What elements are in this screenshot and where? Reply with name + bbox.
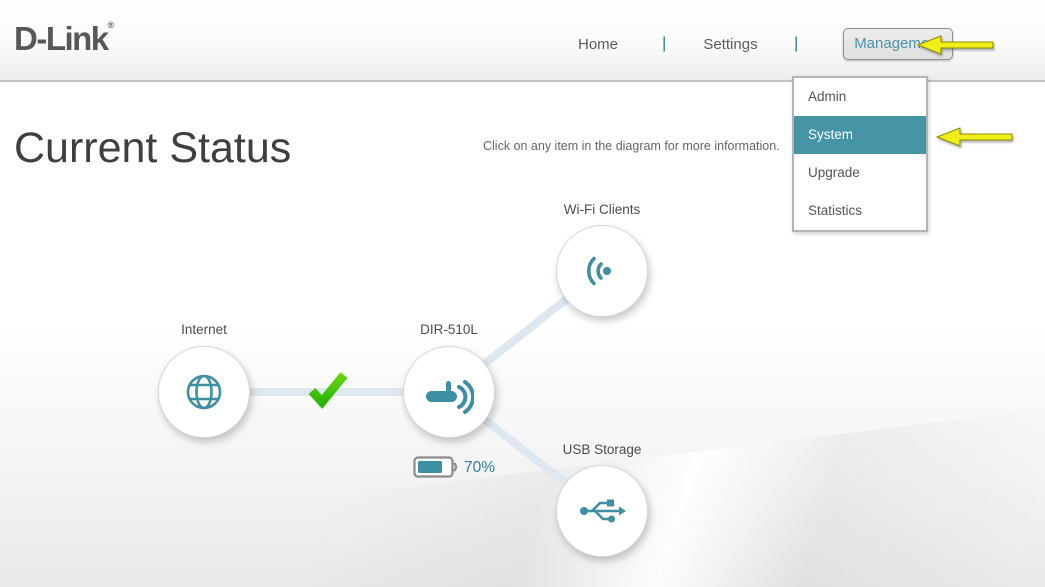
pointer-arrow-management-icon bbox=[917, 34, 995, 61]
page: D-Link® Home | Settings | Management Adm… bbox=[0, 0, 1045, 587]
menu-item-statistics[interactable]: Statistics bbox=[794, 192, 926, 230]
pointer-arrow-system-icon bbox=[936, 126, 1014, 153]
wireless-router-icon bbox=[424, 368, 474, 416]
registered-mark: ® bbox=[108, 20, 115, 30]
usb-storage-label: USB Storage bbox=[522, 442, 682, 457]
page-title: Current Status bbox=[14, 124, 291, 173]
globe-icon bbox=[182, 370, 226, 414]
internet-node[interactable] bbox=[158, 346, 250, 438]
menu-item-admin[interactable]: Admin bbox=[794, 78, 926, 116]
usb-storage-node[interactable] bbox=[556, 465, 648, 557]
wifi-signal-icon bbox=[580, 249, 624, 293]
management-dropdown-menu: Admin System Upgrade Statistics bbox=[792, 76, 928, 232]
router-node[interactable] bbox=[403, 346, 495, 438]
wifi-clients-label: Wi-Fi Clients bbox=[522, 202, 682, 217]
nav-separator: | bbox=[795, 35, 798, 53]
router-label: DIR-510L bbox=[369, 322, 529, 337]
usb-icon bbox=[578, 489, 626, 533]
main-nav: Home | Settings | Management bbox=[562, 27, 953, 61]
battery-indicator bbox=[413, 456, 460, 478]
dlink-logo: D-Link® bbox=[14, 20, 114, 58]
menu-item-upgrade[interactable]: Upgrade bbox=[794, 154, 926, 192]
battery-icon bbox=[413, 456, 460, 478]
wifi-clients-node[interactable] bbox=[556, 225, 648, 317]
diagram-hint-text: Click on any item in the diagram for mor… bbox=[483, 139, 780, 153]
nav-separator: | bbox=[663, 35, 666, 53]
menu-item-system[interactable]: System bbox=[794, 116, 926, 154]
header: D-Link® Home | Settings | Management bbox=[0, 0, 1045, 82]
nav-item-home[interactable]: Home bbox=[562, 36, 634, 53]
battery-percentage: 70% bbox=[464, 459, 495, 477]
logo-text: D-Link bbox=[14, 20, 108, 57]
internet-label: Internet bbox=[124, 322, 284, 337]
green-checkmark-icon bbox=[306, 370, 350, 410]
nav-item-settings[interactable]: Settings bbox=[694, 36, 766, 53]
